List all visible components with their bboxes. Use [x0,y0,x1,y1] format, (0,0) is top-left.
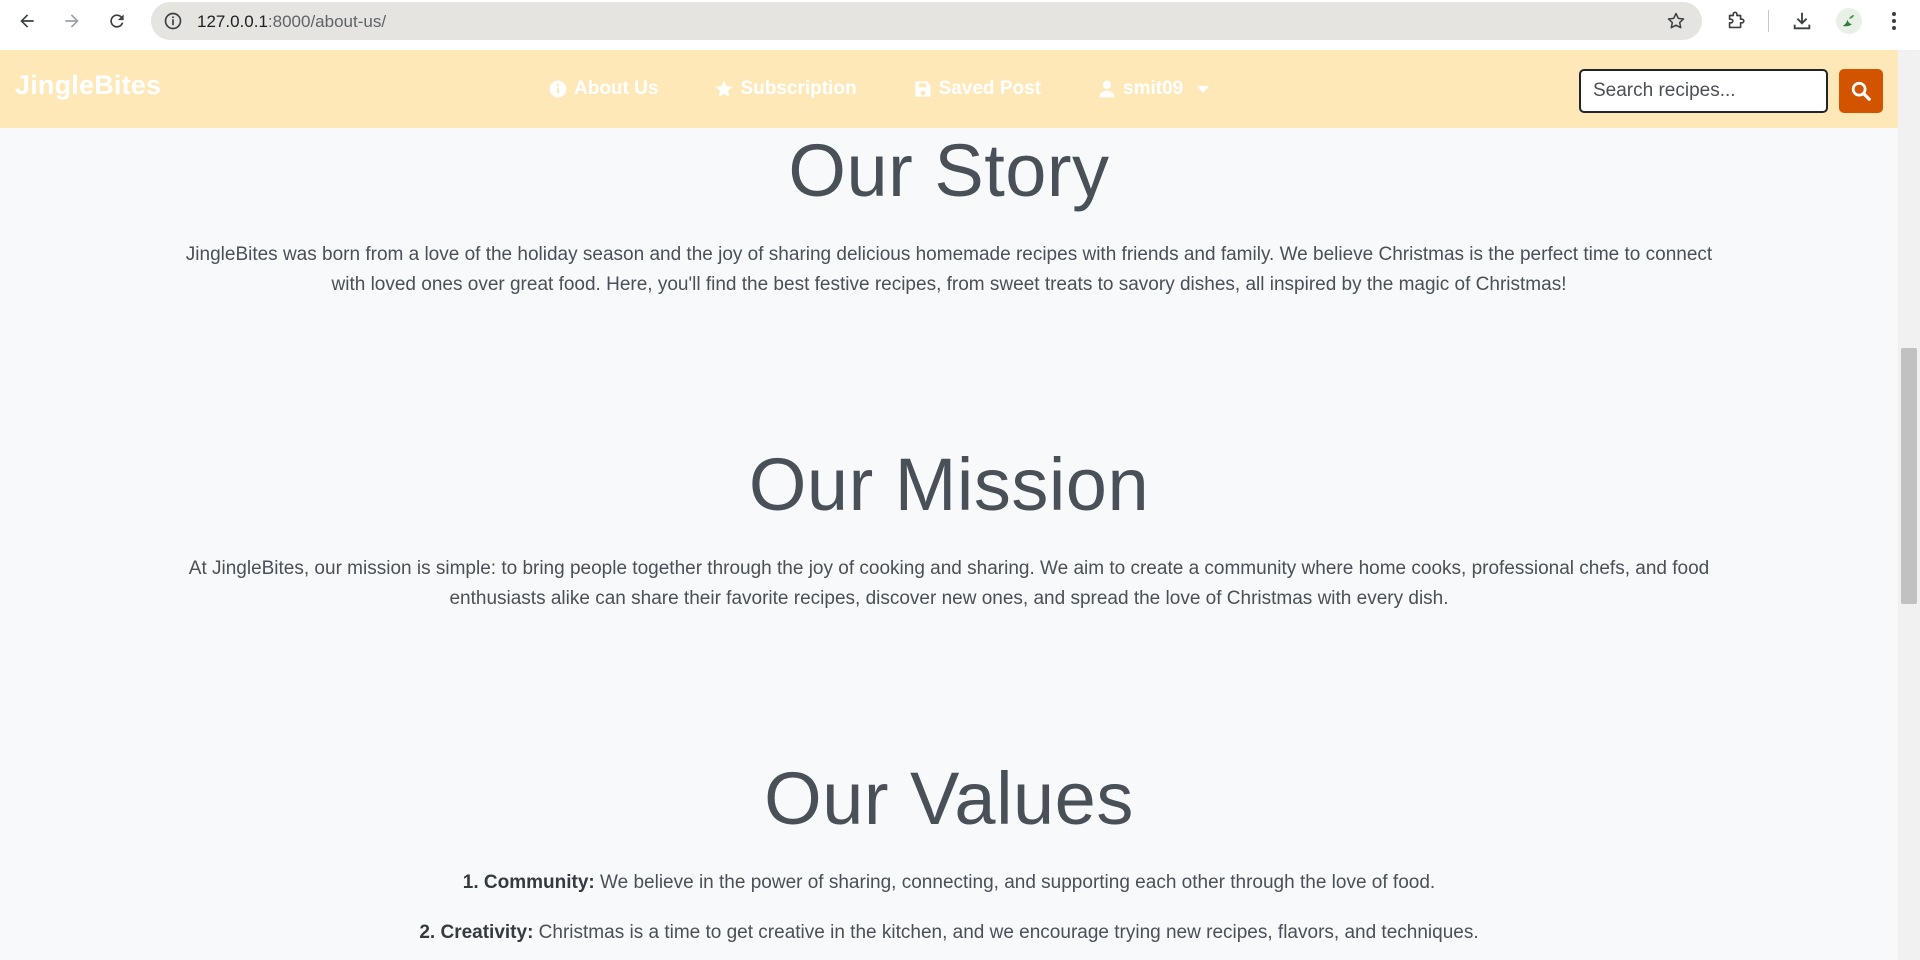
url-host: 127.0.0.1 [197,12,268,31]
our-story-text: JingleBites was born from a love of the … [144,240,1754,300]
reload-button[interactable] [103,7,131,35]
search-button[interactable] [1839,69,1883,113]
nav-links: About Us Subscription Saved Post smit09 [548,50,1265,128]
value-title: 1. Community: [462,872,595,893]
nav-subscription-label: Subscription [740,78,857,99]
star-icon [715,80,733,97]
search-icon [1851,81,1871,101]
page-content: JingleBites About Us Subscription Saved … [0,50,1898,960]
our-mission-section: Our Mission At JingleBites, our mission … [0,448,1898,614]
our-values-heading: Our Values [764,757,1134,840]
nav-about-us[interactable]: About Us [548,78,658,100]
value-item: 1. Community: We believe in the power of… [0,868,1898,898]
value-title: 2. Creativity: [419,922,534,943]
our-mission-heading: Our Mission [748,443,1150,526]
extensions-button[interactable] [1724,9,1748,33]
value-text: Christmas is a time to get creative in t… [533,922,1479,943]
browser-menu-button[interactable] [1882,8,1906,34]
forward-button[interactable] [58,7,86,35]
download-icon [1793,12,1811,30]
reload-icon [110,14,124,28]
nav-saved-label: Saved Post [938,78,1041,99]
our-story-line-1: JingleBites was born from a love of the … [185,244,1713,265]
our-values-section: Our Values 1. Community: We believe in t… [0,762,1898,960]
arrow-right-icon [65,14,79,28]
caret-down-icon [1197,85,1210,93]
our-story-line-2: with loved ones over great food. Here, y… [331,274,1567,295]
search-input[interactable] [1579,69,1828,113]
puzzle-icon [1728,11,1745,29]
nav-about-label: About Us [574,78,659,99]
info-icon[interactable] [163,11,183,31]
arrow-left-icon [20,14,34,28]
our-story-heading: Our Story [788,129,1110,212]
url-text[interactable]: 127.0.0.1:8000/about-us/ [197,12,386,32]
user-icon [1099,80,1115,98]
nav-subscription[interactable]: Subscription [714,78,857,100]
toolbar-divider [1768,10,1769,32]
plant-avatar-icon [1843,15,1855,27]
our-mission-line-2: enthusiasts alike can share their favori… [449,588,1449,609]
our-story-section: Our Story JingleBites was born from a lo… [0,134,1898,300]
address-bar[interactable]: 127.0.0.1:8000/about-us/ [151,2,1702,40]
browser-toolbar: 127.0.0.1:8000/about-us/ [0,0,1920,42]
downloads-button[interactable] [1790,9,1814,33]
info-circle-icon [549,80,567,98]
bookmark-star-icon[interactable] [1666,11,1686,31]
floppy-save-icon [915,81,931,97]
site-navbar: JingleBites About Us Subscription Saved … [0,50,1898,128]
our-mission-line-1: At JingleBites, our mission is simple: t… [188,558,1710,579]
brand-logo[interactable]: JingleBites [15,70,161,101]
value-item: 2. Creativity: Christmas is a time to ge… [0,918,1898,948]
nav-saved-post[interactable]: Saved Post [913,78,1041,100]
url-path: :8000/about-us/ [267,12,387,31]
value-text: We believe in the power of sharing, conn… [594,872,1436,893]
nav-user-dropdown[interactable]: smit09 [1097,78,1210,100]
profile-avatar[interactable] [1836,8,1862,34]
our-mission-text: At JingleBites, our mission is simple: t… [144,554,1754,614]
nav-user-label: smit09 [1123,78,1184,99]
back-button[interactable] [13,7,41,35]
page-scrollbar-thumb[interactable] [1901,348,1917,604]
